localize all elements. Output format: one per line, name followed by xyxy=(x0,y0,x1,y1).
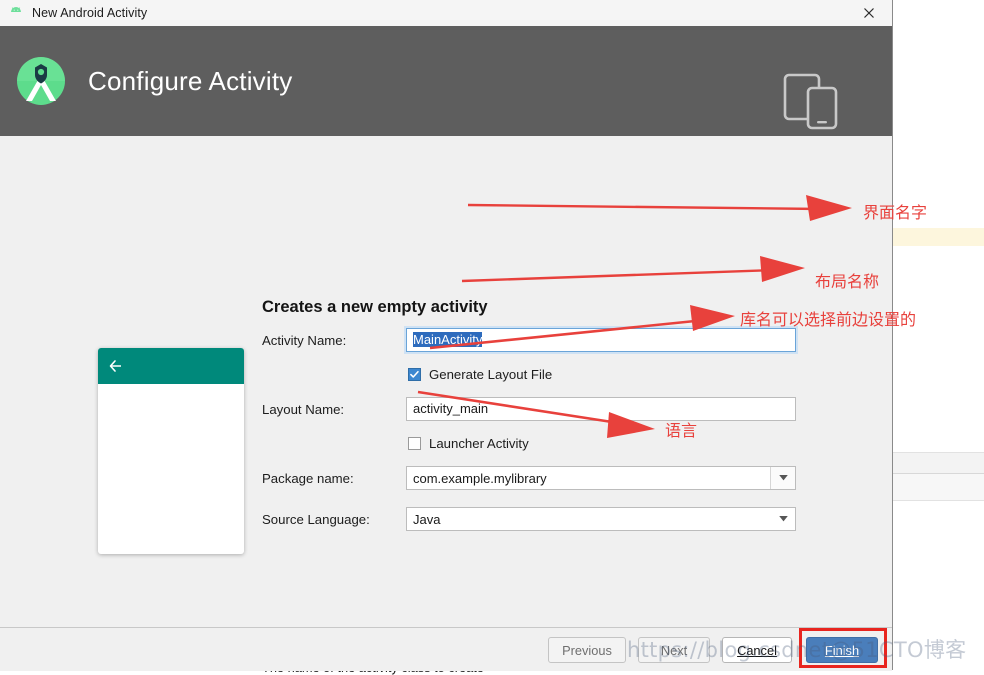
activity-name-label: Activity Name: xyxy=(262,332,347,348)
background-divider-3 xyxy=(893,500,984,501)
package-name-value: com.example.mylibrary xyxy=(413,470,547,486)
source-language-value: Java xyxy=(413,511,441,527)
field-row-activity-name: Activity Name: MainActivity xyxy=(262,327,796,353)
new-android-activity-dialog: New Android Activity Configure Activity xyxy=(0,0,893,675)
generate-layout-file-label: Generate Layout File xyxy=(429,367,553,382)
layout-name-label: Layout Name: xyxy=(262,401,345,417)
background-strip-1 xyxy=(893,453,984,473)
field-row-package-name: Package name: com.example.mylibrary xyxy=(262,465,796,491)
generate-layout-file-checkbox[interactable] xyxy=(408,368,421,381)
background-strip-2 xyxy=(893,474,984,500)
preview-appbar xyxy=(98,348,244,384)
dialog-title: New Android Activity xyxy=(32,6,148,20)
android-studio-logo-icon xyxy=(16,56,66,106)
generate-layout-file-checkbox-row[interactable]: Generate Layout File xyxy=(408,367,552,382)
package-name-combobox[interactable]: com.example.mylibrary xyxy=(406,466,796,490)
chevron-down-icon[interactable] xyxy=(771,508,795,530)
previous-button-label: Previous xyxy=(562,642,612,658)
watermark-text: https://blog.csdnet@51CTO博客 xyxy=(627,638,967,662)
tablet-phone-icon xyxy=(782,72,842,130)
launcher-activity-checkbox[interactable] xyxy=(408,437,421,450)
layout-name-value: activity_main xyxy=(413,401,489,416)
activity-name-input[interactable]: MainActivity xyxy=(406,328,796,352)
background-highlight-band xyxy=(893,228,984,246)
back-arrow-icon xyxy=(108,358,124,374)
dialog-body: Creates a new empty activity Activity Na… xyxy=(0,136,892,675)
source-language-label: Source Language: xyxy=(262,511,370,527)
launcher-activity-label: Launcher Activity xyxy=(429,436,529,451)
launcher-activity-checkbox-row[interactable]: Launcher Activity xyxy=(408,436,529,451)
form-heading: Creates a new empty activity xyxy=(262,298,488,316)
layout-name-input[interactable]: activity_main xyxy=(406,397,796,421)
activity-form: Creates a new empty activity Activity Na… xyxy=(262,136,796,531)
dialog-header: Configure Activity xyxy=(0,26,892,136)
page-title: Configure Activity xyxy=(88,65,293,96)
activity-preview-card xyxy=(98,348,244,554)
check-icon xyxy=(410,370,419,378)
dialog-titlebar: New Android Activity xyxy=(0,0,892,26)
field-row-source-language: Source Language: Java xyxy=(262,506,796,532)
package-name-label: Package name: xyxy=(262,470,354,486)
close-button[interactable] xyxy=(846,0,892,26)
activity-name-value: MainActivity xyxy=(413,332,483,347)
field-row-layout-name: Layout Name: activity_main xyxy=(262,396,796,422)
previous-button[interactable]: Previous xyxy=(548,637,626,663)
close-icon xyxy=(863,7,875,19)
android-robot-icon xyxy=(8,5,24,21)
chevron-down-icon[interactable] xyxy=(770,467,795,489)
source-language-combobox[interactable]: Java xyxy=(406,507,796,531)
